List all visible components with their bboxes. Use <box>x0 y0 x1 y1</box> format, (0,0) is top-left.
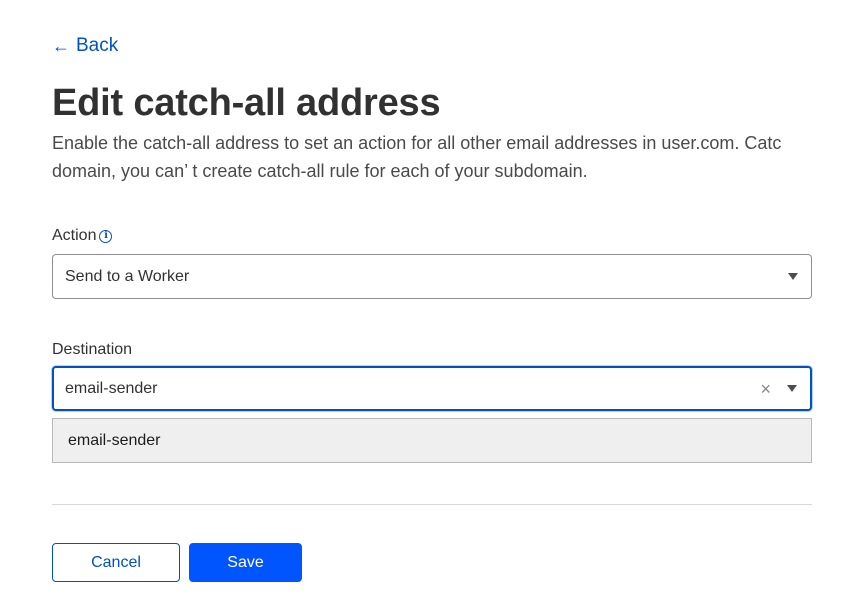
cancel-button[interactable]: Cancel <box>52 543 180 582</box>
destination-label: Destination <box>52 341 132 359</box>
save-button[interactable]: Save <box>189 543 302 582</box>
back-label: Back <box>76 35 119 56</box>
action-select[interactable]: Send to a Worker <box>52 254 812 299</box>
page-description: Enable the catch-all address to set an a… <box>52 129 844 185</box>
action-label-text: Action <box>52 227 97 244</box>
action-select-value: Send to a Worker <box>65 267 190 285</box>
arrow-left-icon: ← <box>52 36 70 56</box>
destination-option[interactable]: email-sender <box>52 418 812 463</box>
destination-select[interactable]: email-sender × <box>52 366 812 411</box>
caret-down-icon[interactable] <box>787 385 797 392</box>
page-title: Edit catch-all address <box>52 82 441 124</box>
destination-label-text: Destination <box>52 341 133 358</box>
info-icon[interactable]: i <box>99 229 113 243</box>
description-line-1: Enable the catch-all address to set an a… <box>52 133 782 153</box>
destination-select-value[interactable]: email-sender <box>65 380 760 398</box>
action-label: Action i <box>52 227 113 245</box>
caret-down-icon[interactable] <box>788 273 798 280</box>
description-line-2: domain, you can’ t create catch-all rule… <box>52 161 588 181</box>
edit-catch-all-page: ← Back Edit catch-all address Enable the… <box>0 0 844 613</box>
clear-icon[interactable]: × <box>760 380 771 398</box>
divider <box>52 504 812 505</box>
back-link[interactable]: ← Back <box>52 35 118 57</box>
